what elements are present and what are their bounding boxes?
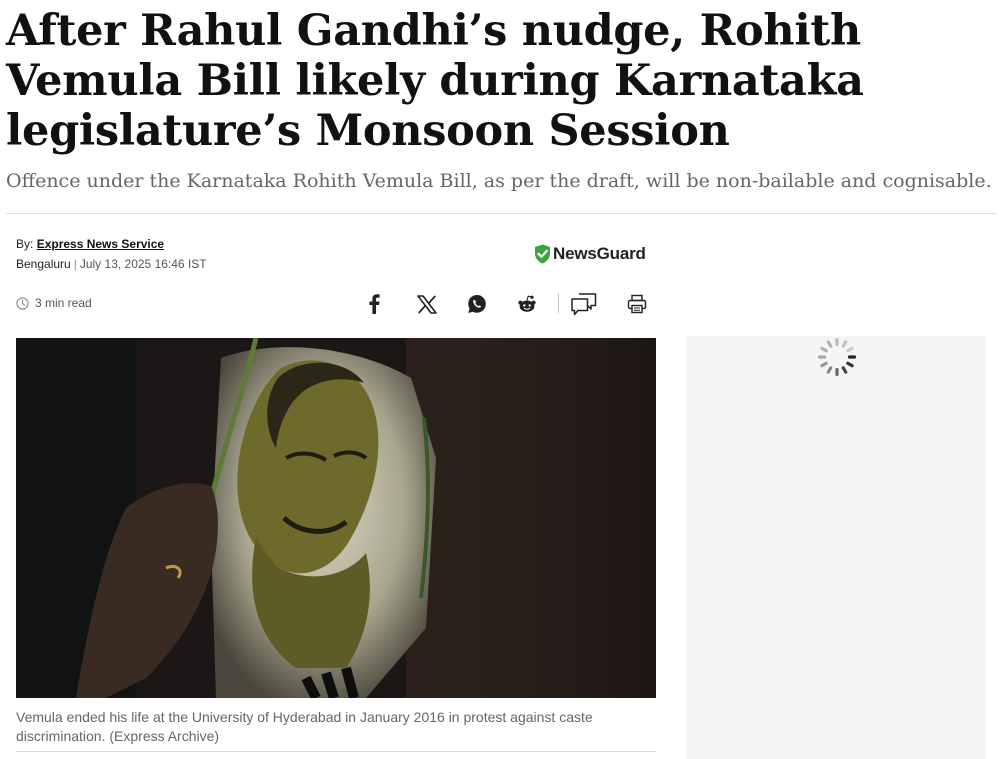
image-caption: Vemula ended his life at the University … <box>16 709 593 744</box>
sidebar-ad-slot <box>686 336 986 759</box>
comments-icon <box>571 293 597 316</box>
print-button[interactable] <box>625 291 649 317</box>
newsguard-label: NewsGuard <box>553 244 646 263</box>
article-headline: After Rahul Gandhi’s nudge, Rohith Vemul… <box>6 6 864 156</box>
dateline: Bengaluru | July 13, 2025 16:46 IST <box>16 257 207 271</box>
facebook-icon <box>369 294 380 314</box>
print-icon <box>627 294 647 314</box>
comments-button[interactable] <box>569 291 599 317</box>
share-x-button[interactable] <box>414 291 440 317</box>
read-time-label: 3 min read <box>35 296 92 310</box>
article-lead-image <box>16 338 656 698</box>
publish-date: July 13, 2025 16:46 IST <box>79 257 207 271</box>
newsguard-badge[interactable]: NewsGuard <box>534 243 646 265</box>
whatsapp-icon <box>468 295 486 313</box>
share-reddit-button[interactable] <box>514 291 540 317</box>
read-time: 3 min read <box>16 296 92 310</box>
share-facebook-button[interactable] <box>362 291 386 317</box>
shield-check-icon <box>535 244 550 264</box>
dateline-separator: | <box>73 257 77 271</box>
x-icon <box>417 294 437 314</box>
clock-icon <box>16 296 29 310</box>
protest-poster-illustration <box>16 338 656 698</box>
author-link[interactable]: Express News Service <box>37 237 164 251</box>
location: Bengaluru <box>16 257 71 271</box>
reddit-icon <box>518 295 536 312</box>
article-subheadline: Offence under the Karnataka Rohith Vemul… <box>6 170 992 192</box>
share-whatsapp-button[interactable] <box>464 291 490 317</box>
share-divider <box>558 293 559 313</box>
loading-spinner-icon <box>818 338 856 376</box>
byline: By: Express News Service <box>16 237 164 251</box>
caption-divider <box>16 751 656 752</box>
byline-prefix: By: <box>16 237 34 251</box>
header-divider <box>6 213 996 214</box>
